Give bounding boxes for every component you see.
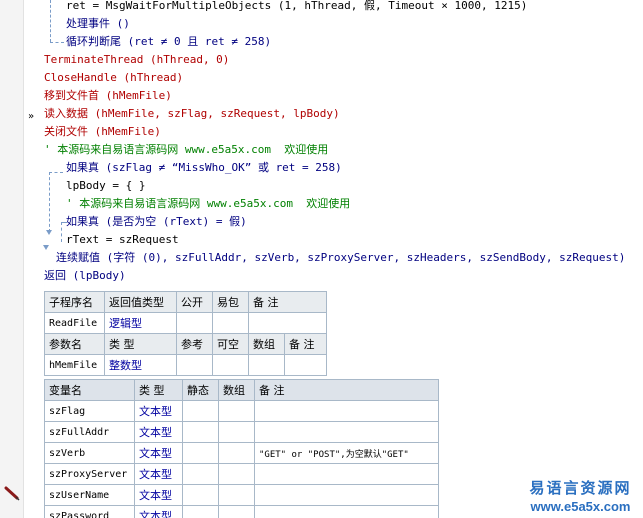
- if-guide-arrow-2: [43, 245, 49, 250]
- var-note-cell[interactable]: [254, 505, 439, 518]
- header-var-type: 类 型: [134, 379, 183, 401]
- sub-name-cell[interactable]: ReadFile: [44, 312, 105, 334]
- header-param-note: 备 注: [284, 333, 327, 355]
- code-line-2[interactable]: 处理事件 (): [66, 15, 130, 33]
- var-static-cell[interactable]: [182, 400, 219, 422]
- table-row[interactable]: szFullAddr 文本型: [44, 421, 439, 443]
- var-note-cell[interactable]: [254, 484, 439, 506]
- var-name-cell[interactable]: szFullAddr: [44, 421, 135, 443]
- var-static-cell[interactable]: [182, 463, 219, 485]
- table-row[interactable]: szFlag 文本型: [44, 400, 439, 422]
- header-var-array: 数组: [218, 379, 255, 401]
- sub-public-cell[interactable]: [176, 312, 213, 334]
- pencil-icon[interactable]: [4, 485, 20, 501]
- param-array-cell[interactable]: [248, 354, 285, 376]
- code-line-return[interactable]: 返回 (lpBody): [44, 267, 126, 285]
- var-note-cell[interactable]: [254, 463, 439, 485]
- var-note-cell[interactable]: "GET" or "POST",为空默认"GET": [254, 442, 439, 464]
- header-note: 备 注: [248, 291, 327, 313]
- editor-gutter[interactable]: [0, 0, 24, 518]
- var-type-cell[interactable]: 文本型: [134, 505, 183, 518]
- code-line-rtext[interactable]: rText = szRequest: [66, 231, 179, 249]
- table-row[interactable]: szVerb 文本型 "GET" or "POST",为空默认"GET": [44, 442, 439, 464]
- var-static-cell[interactable]: [182, 442, 219, 464]
- if-guide-top-1: [49, 172, 63, 173]
- var-type-cell[interactable]: 文本型: [134, 484, 183, 506]
- code-line-5[interactable]: CloseHandle (hThread): [44, 69, 183, 87]
- code-comment-2[interactable]: ' 本源码来自易语言源码网 www.e5a5x.com 欢迎使用: [66, 195, 350, 213]
- code-line-7[interactable]: 读入数据 (hMemFile, szFlag, szRequest, lpBod…: [44, 105, 340, 123]
- var-name-cell[interactable]: szUserName: [44, 484, 135, 506]
- if-guide-line-2: [61, 222, 62, 242]
- var-array-cell[interactable]: [218, 421, 255, 443]
- header-return-type: 返回值类型: [104, 291, 177, 313]
- code-line-4[interactable]: TerminateThread (hThread, 0): [44, 51, 229, 69]
- table-row[interactable]: szPassword 文本型: [44, 505, 439, 518]
- site-watermark: 易语言资源网 www.e5a5x.com: [518, 478, 643, 516]
- table-row[interactable]: szProxyServer 文本型: [44, 463, 439, 485]
- if-guide-arrow-1: [46, 230, 52, 235]
- double-chevron-right-icon[interactable]: »: [28, 108, 34, 126]
- header-var-name: 变量名: [44, 379, 135, 401]
- loop-guide-line: [50, 0, 51, 42]
- var-static-cell[interactable]: [182, 421, 219, 443]
- param-type-cell[interactable]: 整数型: [104, 354, 177, 376]
- var-note-cell[interactable]: [254, 400, 439, 422]
- header-static: 静态: [182, 379, 219, 401]
- code-line-6[interactable]: 移到文件首 (hMemFile): [44, 87, 172, 105]
- sub-return-type-cell[interactable]: 逻辑型: [104, 312, 177, 334]
- header-sub-name: 子程序名: [44, 291, 105, 313]
- var-array-cell[interactable]: [218, 463, 255, 485]
- var-name-cell[interactable]: szFlag: [44, 400, 135, 422]
- code-line-if-2[interactable]: 如果真 (是否为空 (rText) = 假): [66, 213, 247, 231]
- header-pkg: 易包: [212, 291, 249, 313]
- param-nullable-cell[interactable]: [212, 354, 249, 376]
- var-type-cell[interactable]: 文本型: [134, 442, 183, 464]
- param-ref-cell[interactable]: [176, 354, 213, 376]
- header-ref: 参考: [176, 333, 213, 355]
- param-name-cell[interactable]: hMemFile: [44, 354, 105, 376]
- header-public: 公开: [176, 291, 213, 313]
- var-type-cell[interactable]: 文本型: [134, 421, 183, 443]
- code-line-1[interactable]: ret = MsgWaitForMultipleObjects (1, hThr…: [66, 0, 527, 15]
- var-array-cell[interactable]: [218, 505, 255, 518]
- sub-pkg-cell[interactable]: [212, 312, 249, 334]
- code-line-if-1[interactable]: 如果真 (szFlag ≠ “MissWho_OK” 或 ret = 258): [66, 159, 342, 177]
- header-var-note: 备 注: [254, 379, 439, 401]
- var-array-cell[interactable]: [218, 484, 255, 506]
- header-param-name: 参数名: [44, 333, 105, 355]
- var-name-cell[interactable]: szProxyServer: [44, 463, 135, 485]
- subroutine-table: 子程序名 返回值类型 公开 易包 备 注 ReadFile 逻辑型: [44, 291, 327, 334]
- param-note-cell[interactable]: [284, 354, 327, 376]
- loop-guide-foot: [50, 42, 64, 43]
- variable-table: 变量名 类 型 静态 数组 备 注 szFlag 文本型 szFullAddr …: [44, 379, 439, 518]
- var-static-cell[interactable]: [182, 505, 219, 518]
- header-param-type: 类 型: [104, 333, 177, 355]
- var-type-cell[interactable]: 文本型: [134, 400, 183, 422]
- code-line-assign[interactable]: 连续赋值 (字符 (0), szFullAddr, szVerb, szProx…: [56, 249, 625, 267]
- watermark-url: www.e5a5x.com: [530, 499, 631, 514]
- header-nullable: 可空: [212, 333, 249, 355]
- parameter-table: 参数名 类 型 参考 可空 数组 备 注 hMemFile 整数型: [44, 333, 327, 376]
- var-note-cell[interactable]: [254, 421, 439, 443]
- var-array-cell[interactable]: [218, 400, 255, 422]
- table-row[interactable]: szUserName 文本型: [44, 484, 439, 506]
- code-comment-1[interactable]: ' 本源码来自易语言源码网 www.e5a5x.com 欢迎使用: [44, 141, 328, 159]
- code-line-8[interactable]: 关闭文件 (hMemFile): [44, 123, 161, 141]
- var-array-cell[interactable]: [218, 442, 255, 464]
- code-line-3[interactable]: 循环判断尾 (ret ≠ 0 且 ret ≠ 258): [66, 33, 271, 51]
- sub-note-cell[interactable]: [248, 312, 327, 334]
- header-array: 数组: [248, 333, 285, 355]
- watermark-cn: 易语言资源网: [529, 479, 632, 497]
- var-name-cell[interactable]: szPassword: [44, 505, 135, 518]
- if-guide-line-1: [49, 172, 50, 232]
- code-line-lpbody[interactable]: lpBody = { }: [66, 177, 145, 195]
- var-type-cell[interactable]: 文本型: [134, 463, 183, 485]
- var-static-cell[interactable]: [182, 484, 219, 506]
- var-name-cell[interactable]: szVerb: [44, 442, 135, 464]
